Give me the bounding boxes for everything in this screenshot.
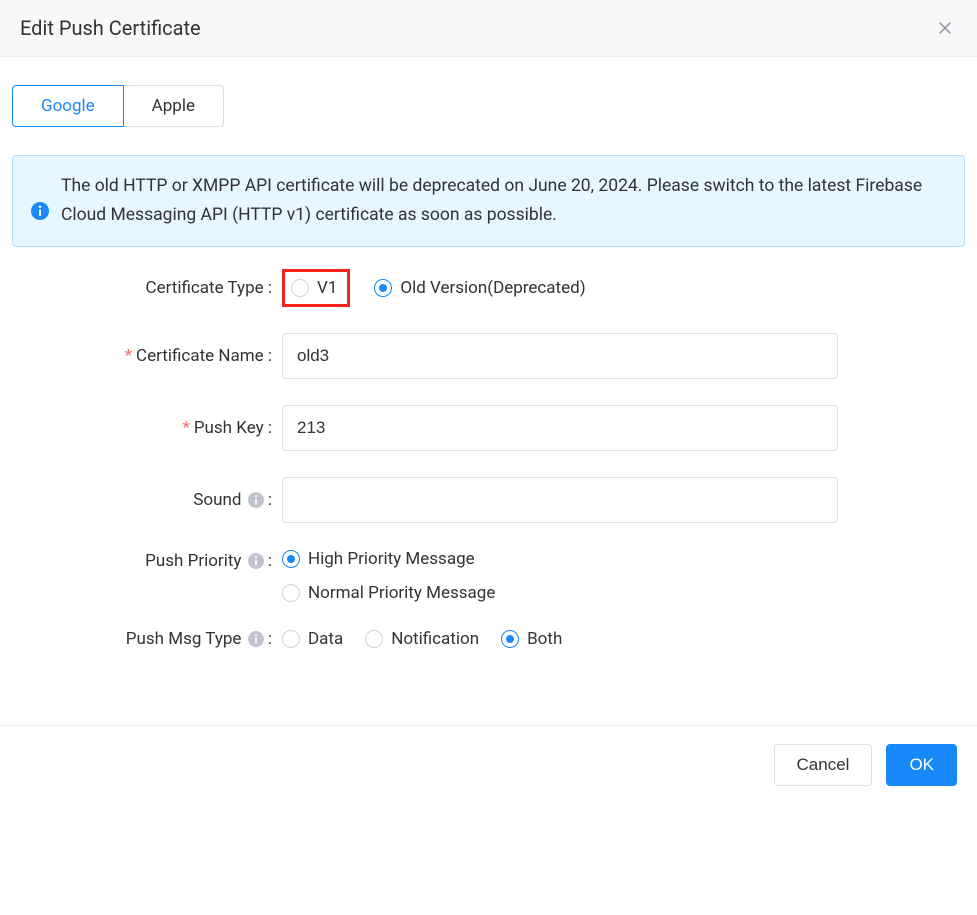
label-push-key: *Push Key : [12,418,282,438]
label-sound: Sound : [12,490,282,510]
label-push-msg-type: Push Msg Type : [12,629,282,649]
radio-msgtype-data[interactable]: Data [282,629,343,649]
info-icon[interactable] [248,492,264,508]
radio-priority-normal[interactable]: Normal Priority Message [282,583,495,603]
radio-label: Old Version(Deprecated) [400,278,585,298]
radio-circle-icon [282,630,300,648]
deprecation-alert: The old HTTP or XMPP API certificate wil… [12,155,965,247]
radio-label: Both [527,629,562,649]
close-button[interactable] [933,16,957,40]
push-msg-type-control: Data Notification Both [282,629,562,649]
info-icon [31,202,49,220]
radio-circle-icon [291,279,309,297]
radio-circle-icon [282,550,300,568]
row-push-priority: Push Priority : High Priority Message No… [12,549,965,603]
label-push-priority: Push Priority : [12,549,282,571]
row-push-key: *Push Key : [12,405,965,451]
radio-cert-old[interactable]: Old Version(Deprecated) [374,278,585,298]
row-push-msg-type: Push Msg Type : Data Notification Both [12,629,965,649]
radio-circle-icon [374,279,392,297]
cert-type-control: V1 Old Version(Deprecated) [282,269,586,307]
tab-google[interactable]: Google [12,85,124,127]
row-sound: Sound : [12,477,965,523]
radio-cert-v1[interactable]: V1 [291,278,337,298]
radio-label: Notification [391,629,479,649]
required-mark: * [125,346,132,366]
push-key-input[interactable] [282,405,838,451]
radio-label: Data [308,629,343,649]
radio-msgtype-both[interactable]: Both [501,629,562,649]
alert-text: The old HTTP or XMPP API certificate wil… [61,172,946,230]
row-cert-name: *Certificate Name : [12,333,965,379]
radio-label: High Priority Message [308,549,475,569]
radio-label: Normal Priority Message [308,583,495,603]
modal-body: Google Apple The old HTTP or XMPP API ce… [0,57,977,695]
highlight-v1: V1 [282,269,350,307]
push-priority-control: High Priority Message Normal Priority Me… [282,549,495,603]
radio-label: V1 [317,278,337,298]
required-mark: * [182,418,189,438]
close-icon [936,19,954,37]
modal-header: Edit Push Certificate [0,0,977,57]
radio-circle-icon [282,584,300,602]
modal-footer: Cancel OK [0,725,977,804]
cert-name-input[interactable] [282,333,838,379]
label-cert-name: *Certificate Name : [12,346,282,366]
info-icon[interactable] [248,553,264,569]
info-icon[interactable] [248,631,264,647]
modal-title: Edit Push Certificate [20,16,201,40]
row-cert-type: Certificate Type : V1 Old Version(Deprec… [12,269,965,307]
cancel-button[interactable]: Cancel [774,744,873,786]
ok-button[interactable]: OK [886,744,957,786]
radio-msgtype-notification[interactable]: Notification [365,629,479,649]
radio-circle-icon [501,630,519,648]
label-cert-type: Certificate Type : [12,278,282,298]
sound-input[interactable] [282,477,838,523]
radio-circle-icon [365,630,383,648]
tabs: Google Apple [12,85,965,127]
tab-apple[interactable]: Apple [124,85,224,127]
radio-priority-high[interactable]: High Priority Message [282,549,475,569]
